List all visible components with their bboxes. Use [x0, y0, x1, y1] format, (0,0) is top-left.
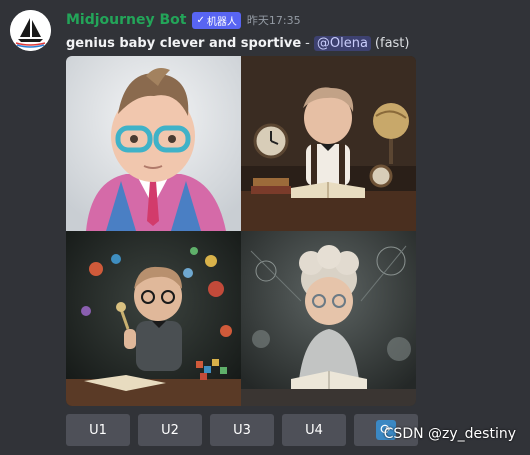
verified-check-icon: ✓	[196, 14, 205, 26]
user-mention[interactable]: @Olena	[313, 35, 371, 51]
image-grid[interactable]	[66, 56, 416, 406]
sailboat-logo-icon	[10, 10, 51, 51]
baby-desk-image	[241, 56, 416, 231]
image-1[interactable]	[66, 56, 241, 231]
bot-avatar[interactable]	[10, 10, 51, 51]
action-buttons: U1 U2 U3 U4 ⟳	[66, 414, 418, 446]
bot-username[interactable]: Midjourney Bot	[66, 12, 186, 28]
upscale-2-button[interactable]: U2	[138, 414, 202, 446]
separator-dash: -	[305, 35, 310, 51]
image-2[interactable]	[241, 56, 416, 231]
speed-label: (fast)	[374, 35, 410, 51]
upscale-1-button[interactable]: U1	[66, 414, 130, 446]
baby-glasses-image	[66, 56, 241, 231]
prompt-text: genius baby clever and sportive	[66, 35, 302, 51]
image-4[interactable]	[241, 231, 416, 406]
upscale-4-button[interactable]: U4	[282, 414, 346, 446]
image-3[interactable]	[66, 231, 241, 406]
bot-tag: ✓ 机器人	[192, 11, 241, 29]
baby-chalkboard-image	[66, 231, 241, 406]
bot-tag-label: 机器人	[206, 16, 237, 28]
baby-hoodie-image	[241, 231, 416, 406]
message-content: genius baby clever and sportive - @Olena…	[66, 33, 409, 53]
message-header: Midjourney Bot ✓ 机器人 昨天17:35	[66, 10, 301, 30]
upscale-3-button[interactable]: U3	[210, 414, 274, 446]
csdn-watermark: CSDN @zy_destiny	[383, 426, 516, 442]
message-timestamp: 昨天17:35	[246, 14, 301, 27]
